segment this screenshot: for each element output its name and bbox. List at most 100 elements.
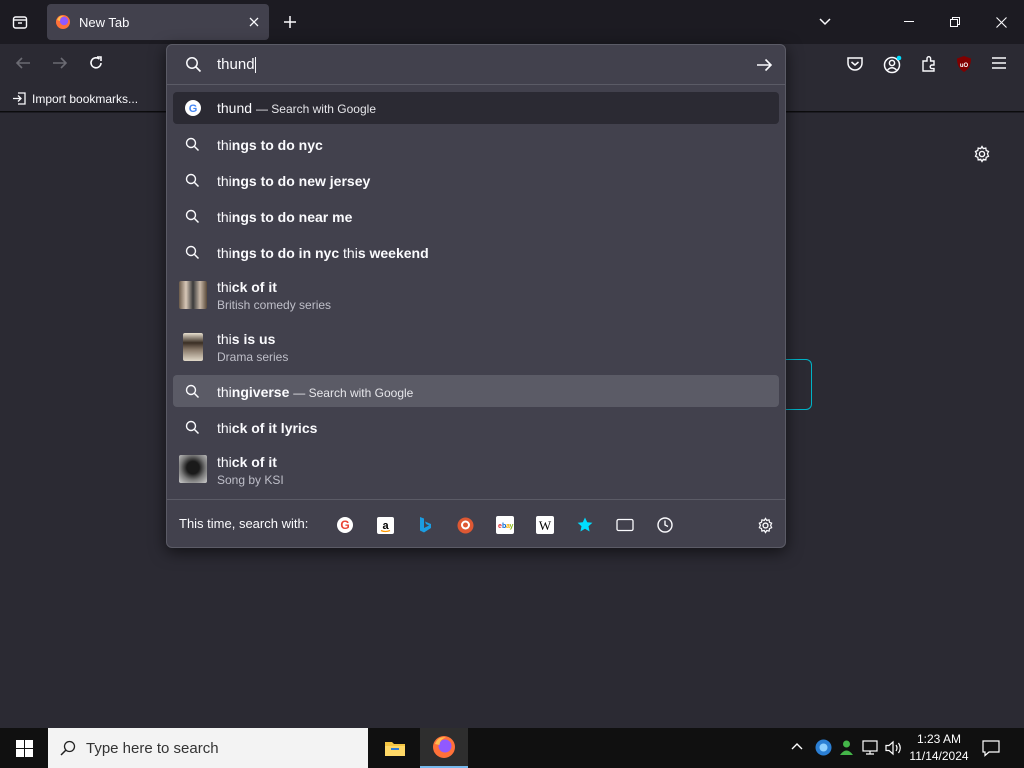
tray-app-icon[interactable] (815, 739, 832, 756)
result-search-thund[interactable]: G thund — Search with Google (173, 92, 779, 124)
extensions-icon[interactable] (920, 55, 938, 73)
result-rich-entity[interactable]: thick of it Song by KSI (173, 447, 779, 493)
title-bar: New Tab (0, 0, 1024, 44)
import-icon (12, 91, 27, 106)
urlbar-dropdown: thund G thund — Search with Google thing… (166, 44, 786, 548)
taskbar-search-box[interactable]: Type here to search (48, 728, 368, 768)
result-text: thingiverse — Search with Google (217, 384, 414, 400)
result-suggestion[interactable]: thick of it lyrics (173, 411, 779, 443)
result-subtitle: British comedy series (217, 298, 332, 312)
tray-user-icon[interactable] (838, 739, 855, 756)
urlbar-input[interactable]: thund (217, 56, 256, 74)
hamburger-menu-icon[interactable] (991, 56, 1007, 70)
account-icon[interactable] (883, 55, 902, 74)
result-text: things to do nyc (217, 137, 323, 153)
volume-icon[interactable] (885, 740, 903, 756)
go-arrow-icon[interactable] (756, 57, 773, 73)
result-text: things to do in nyc this weekend (217, 245, 429, 261)
firefox-logo-icon (432, 735, 456, 759)
result-subtitle: Song by KSI (217, 473, 284, 487)
back-button[interactable] (14, 54, 32, 72)
reload-button[interactable] (87, 54, 105, 72)
search-icon (185, 245, 200, 260)
customize-settings-icon[interactable] (973, 145, 991, 163)
thumbnail-image (179, 281, 207, 309)
result-rich-entity[interactable]: thick of it British comedy series (173, 274, 779, 320)
result-search-thingiverse[interactable]: thingiverse — Search with Google (173, 375, 779, 407)
tab-title: New Tab (79, 14, 130, 30)
wikipedia-icon[interactable]: W (533, 513, 557, 537)
system-clock[interactable]: 1:23 AM 11/14/2024 (906, 731, 972, 765)
ublock-origin-icon[interactable]: uO (955, 55, 973, 73)
result-text: things to do new jersey (217, 173, 371, 189)
svg-text:uO: uO (960, 63, 969, 69)
one-off-label: This time, search with: (179, 516, 309, 531)
search-icon (185, 420, 200, 435)
search-icon (185, 209, 200, 224)
result-text: thick of it lyrics (217, 420, 318, 436)
search-icon (185, 137, 200, 152)
history-icon[interactable] (653, 513, 677, 537)
folder-icon (384, 739, 406, 757)
tab-new-tab[interactable]: New Tab (47, 4, 269, 40)
minimize-button[interactable] (886, 0, 932, 44)
result-text: things to do near me (217, 209, 353, 225)
result-text: thick of it (217, 279, 277, 295)
restore-button[interactable] (932, 0, 978, 44)
thumbnail-image (183, 333, 203, 361)
urlbar-value: thund (217, 56, 255, 73)
clock-date: 11/14/2024 (909, 749, 969, 763)
result-subtitle: Drama series (217, 350, 289, 364)
bing-icon[interactable] (413, 513, 437, 537)
firefox-view-icon[interactable] (8, 10, 32, 34)
close-window-button[interactable] (978, 0, 1024, 44)
start-button[interactable] (0, 728, 48, 768)
firefox-logo-icon (55, 14, 71, 30)
result-text: thick of it (217, 454, 277, 470)
network-icon[interactable] (862, 740, 880, 756)
windows-taskbar: Type here to search 1:23 AM 11/14/2024 (0, 728, 1024, 768)
search-one-offs: This time, search with: G a ebay W (167, 499, 785, 547)
result-action: — Search with Google (255, 102, 376, 116)
file-explorer-taskbar-button[interactable] (372, 728, 418, 768)
new-tab-button[interactable] (280, 12, 300, 32)
import-bookmarks-label: Import bookmarks... (32, 91, 139, 106)
svg-text:a: a (382, 520, 389, 532)
svg-text:G: G (189, 103, 198, 115)
tabs-icon[interactable] (613, 513, 637, 537)
urlbar[interactable]: thund (167, 45, 785, 85)
search-icon (60, 740, 76, 756)
firefox-taskbar-button[interactable] (420, 728, 468, 768)
result-suggestion[interactable]: things to do near me (173, 200, 779, 232)
list-all-tabs-button[interactable] (814, 12, 836, 32)
clock-time: 1:23 AM (916, 732, 962, 746)
text-caret (254, 57, 256, 74)
search-icon (185, 173, 200, 188)
bookmarks-star-icon[interactable] (573, 513, 597, 537)
result-suggestion[interactable]: things to do in nyc this weekend (173, 236, 779, 268)
svg-text:W: W (539, 518, 552, 533)
import-bookmarks-button[interactable]: Import bookmarks... (12, 91, 138, 106)
svg-text:G: G (340, 518, 349, 532)
result-suggestion[interactable]: things to do nyc (173, 128, 779, 160)
result-action: — Search with Google (293, 386, 414, 400)
show-hidden-icons-chevron[interactable] (790, 741, 804, 751)
amazon-icon[interactable]: a (373, 513, 397, 537)
taskbar-search-placeholder: Type here to search (86, 739, 219, 757)
search-settings-icon[interactable] (753, 513, 777, 537)
close-tab-icon[interactable] (249, 17, 259, 27)
google-icon: G (185, 100, 201, 116)
search-icon (185, 384, 200, 399)
windows-logo-icon (15, 739, 33, 757)
notifications-icon[interactable] (982, 739, 1000, 757)
ebay-icon[interactable]: ebay (493, 513, 517, 537)
pocket-icon[interactable] (846, 55, 864, 73)
result-text: this is us (217, 331, 276, 347)
google-icon[interactable]: G (333, 513, 357, 537)
result-text: thund — Search with Google (217, 100, 376, 116)
thumbnail-image (179, 455, 207, 483)
result-rich-entity[interactable]: this is us Drama series (173, 326, 779, 372)
duckduckgo-icon[interactable] (453, 513, 477, 537)
forward-button[interactable] (51, 54, 69, 72)
result-suggestion[interactable]: things to do new jersey (173, 164, 779, 196)
